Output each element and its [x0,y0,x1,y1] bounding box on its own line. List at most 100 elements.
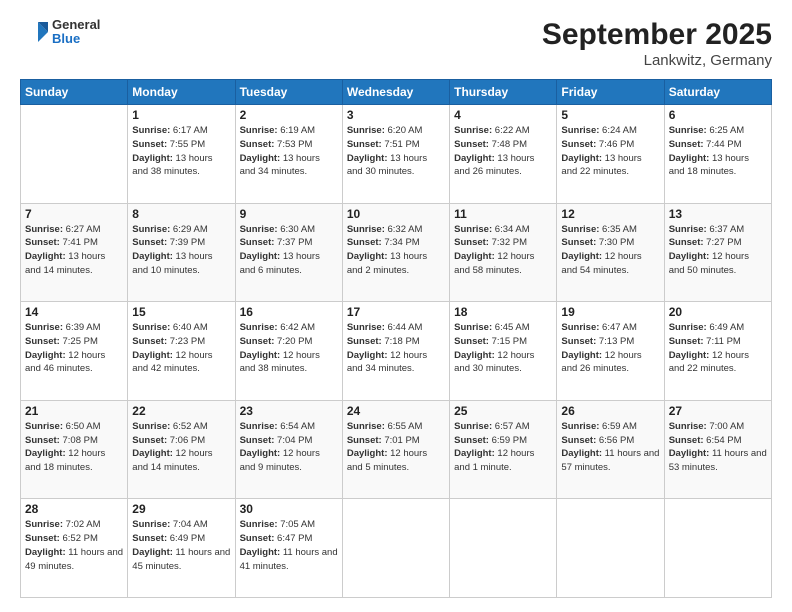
day-info: Sunrise: 6:27 AMSunset: 7:41 PMDaylight:… [25,223,123,278]
day-info-line: Sunrise: 7:02 AM [25,518,123,532]
calendar-cell: 25Sunrise: 6:57 AMSunset: 6:59 PMDayligh… [450,400,557,499]
calendar-cell: 1Sunrise: 6:17 AMSunset: 7:55 PMDaylight… [128,105,235,204]
day-info-line: Sunset: 7:01 PM [347,434,445,448]
calendar-header-wednesday: Wednesday [342,80,449,105]
day-info: Sunrise: 6:37 AMSunset: 7:27 PMDaylight:… [669,223,767,278]
day-info-line: Sunset: 7:27 PM [669,236,767,250]
day-number: 1 [132,108,230,122]
day-info: Sunrise: 7:00 AMSunset: 6:54 PMDaylight:… [669,420,767,475]
day-number: 27 [669,404,767,418]
day-number: 29 [132,502,230,516]
day-number: 16 [240,305,338,319]
calendar-table: SundayMondayTuesdayWednesdayThursdayFrid… [20,79,772,598]
day-info-line: Sunset: 7:04 PM [240,434,338,448]
day-info: Sunrise: 6:25 AMSunset: 7:44 PMDaylight:… [669,124,767,179]
day-info-line: Sunset: 7:46 PM [561,138,659,152]
day-info-line: Sunrise: 7:00 AM [669,420,767,434]
day-info: Sunrise: 6:47 AMSunset: 7:13 PMDaylight:… [561,321,659,376]
calendar-cell: 11Sunrise: 6:34 AMSunset: 7:32 PMDayligh… [450,203,557,302]
day-number: 12 [561,207,659,221]
day-info-line: Sunset: 7:08 PM [25,434,123,448]
day-number: 30 [240,502,338,516]
day-info: Sunrise: 6:49 AMSunset: 7:11 PMDaylight:… [669,321,767,376]
calendar-cell: 8Sunrise: 6:29 AMSunset: 7:39 PMDaylight… [128,203,235,302]
calendar-cell [664,499,771,598]
day-info-line: Sunrise: 6:49 AM [669,321,767,335]
day-number: 23 [240,404,338,418]
day-info-line: Daylight: 11 hours and 53 minutes. [669,447,767,475]
day-info-line: Sunset: 7:51 PM [347,138,445,152]
calendar-week-4: 21Sunrise: 6:50 AMSunset: 7:08 PMDayligh… [21,400,772,499]
logo-text: General Blue [52,18,100,47]
day-info-line: Daylight: 12 hours and 14 minutes. [132,447,230,475]
calendar-cell: 27 Sunrise: 7:00 AMSunset: 6:54 PMDayligh… [664,400,771,499]
day-number: 19 [561,305,659,319]
calendar-header-saturday: Saturday [664,80,771,105]
day-info-line: Sunset: 7:41 PM [25,236,123,250]
day-number: 7 [25,207,123,221]
day-info-line: Daylight: 12 hours and 42 minutes. [132,349,230,377]
day-info-line: Sunset: 7:53 PM [240,138,338,152]
day-number: 9 [240,207,338,221]
header: General Blue September 2025 Lankwitz, Ge… [20,18,772,69]
day-info-line: Sunset: 7:13 PM [561,335,659,349]
day-info-line: Sunrise: 6:22 AM [454,124,552,138]
calendar-cell: 16 Sunrise: 6:42 AMSunset: 7:20 PMDayligh… [235,302,342,401]
calendar-cell: 21Sunrise: 6:50 AMSunset: 7:08 PMDayligh… [21,400,128,499]
calendar-cell: 10Sunrise: 6:32 AMSunset: 7:34 PMDayligh… [342,203,449,302]
day-info-line: Daylight: 12 hours and 9 minutes. [240,447,338,475]
day-info-line: Daylight: 12 hours and 5 minutes. [347,447,445,475]
day-info: Sunrise: 7:04 AMSunset: 6:49 PMDaylight:… [132,518,230,573]
day-info: Sunrise: 6:29 AMSunset: 7:39 PMDaylight:… [132,223,230,278]
day-info-line: Sunset: 6:59 PM [454,434,552,448]
day-info-line: Daylight: 11 hours and 41 minutes. [240,546,338,574]
day-info-line: Daylight: 11 hours and 49 minutes. [25,546,123,574]
day-info-line: Sunrise: 6:24 AM [561,124,659,138]
day-info-line: Sunrise: 6:50 AM [25,420,123,434]
day-info: Sunrise: 6:55 AMSunset: 7:01 PMDaylight:… [347,420,445,475]
calendar-week-2: 7 Sunrise: 6:27 AMSunset: 7:41 PMDaylight… [21,203,772,302]
logo-general: General [52,18,100,32]
day-info-line: Sunrise: 6:44 AM [347,321,445,335]
calendar-cell: 2Sunrise: 6:19 AMSunset: 7:53 PMDaylight… [235,105,342,204]
day-info-line: Daylight: 13 hours and 26 minutes. [454,152,552,180]
day-info: Sunrise: 7:05 AMSunset: 6:47 PMDaylight:… [240,518,338,573]
day-info-line: Sunrise: 7:04 AM [132,518,230,532]
day-info-line: Sunset: 6:49 PM [132,532,230,546]
day-info-line: Sunset: 7:23 PM [132,335,230,349]
day-number: 2 [240,108,338,122]
day-number: 20 [669,305,767,319]
day-number: 22 [132,404,230,418]
calendar-cell [21,105,128,204]
day-info-line: Daylight: 13 hours and 18 minutes. [669,152,767,180]
day-info: Sunrise: 6:42 AMSunset: 7:20 PMDaylight:… [240,321,338,376]
day-number: 17 [347,305,445,319]
day-info-line: Sunrise: 6:47 AM [561,321,659,335]
day-info-line: Sunset: 7:37 PM [240,236,338,250]
day-info-line: Sunrise: 6:20 AM [347,124,445,138]
day-info-line: Daylight: 12 hours and 26 minutes. [561,349,659,377]
day-info-line: Sunset: 7:48 PM [454,138,552,152]
day-info-line: Sunset: 7:06 PM [132,434,230,448]
day-info: Sunrise: 6:39 AMSunset: 7:25 PMDaylight:… [25,321,123,376]
calendar-header-sunday: Sunday [21,80,128,105]
day-number: 14 [25,305,123,319]
calendar-cell: 3Sunrise: 6:20 AMSunset: 7:51 PMDaylight… [342,105,449,204]
logo-blue: Blue [52,32,100,46]
calendar-cell: 30 Sunrise: 7:05 AMSunset: 6:47 PMDayligh… [235,499,342,598]
day-number: 11 [454,207,552,221]
day-info-line: Daylight: 12 hours and 22 minutes. [669,349,767,377]
day-number: 18 [454,305,552,319]
day-info-line: Sunset: 7:39 PM [132,236,230,250]
day-info: Sunrise: 6:30 AMSunset: 7:37 PMDaylight:… [240,223,338,278]
calendar-header-tuesday: Tuesday [235,80,342,105]
day-info: Sunrise: 6:52 AMSunset: 7:06 PMDaylight:… [132,420,230,475]
day-info-line: Daylight: 13 hours and 34 minutes. [240,152,338,180]
calendar-cell: 13Sunrise: 6:37 AMSunset: 7:27 PMDayligh… [664,203,771,302]
day-number: 3 [347,108,445,122]
calendar-cell: 12Sunrise: 6:35 AMSunset: 7:30 PMDayligh… [557,203,664,302]
day-info-line: Sunset: 7:44 PM [669,138,767,152]
day-info-line: Sunset: 6:47 PM [240,532,338,546]
day-info: Sunrise: 6:57 AMSunset: 6:59 PMDaylight:… [454,420,552,475]
day-info-line: Sunrise: 6:40 AM [132,321,230,335]
